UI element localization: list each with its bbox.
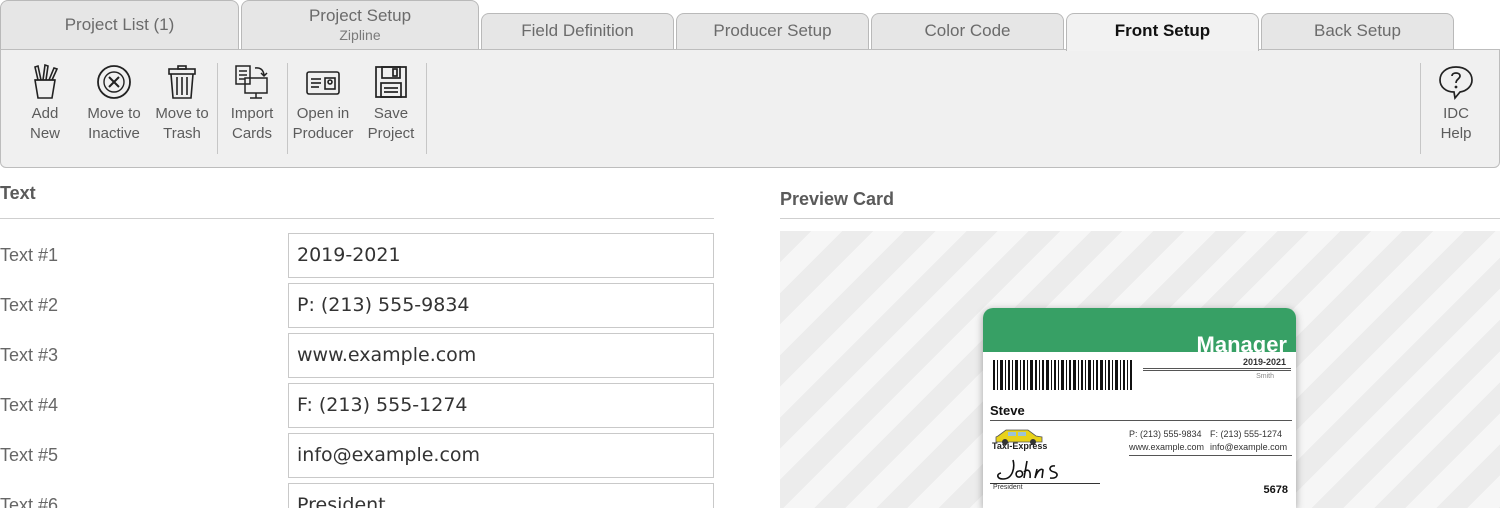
preview-divider: [780, 218, 1500, 219]
tab-label: Back Setup: [1314, 21, 1401, 40]
tab-label: Color Code: [924, 21, 1011, 40]
id-card-icon: [306, 71, 340, 95]
text-6-input[interactable]: President: [288, 483, 714, 508]
idc-help-label-1: IDC: [1443, 105, 1469, 122]
card-rule: [1143, 368, 1291, 369]
card-phone: P: (213) 555-9834: [1129, 429, 1202, 439]
tab-color-code[interactable]: Color Code: [871, 13, 1064, 49]
barcode: [993, 360, 1132, 390]
text-2-input[interactable]: P: (213) 555-9834: [288, 283, 714, 328]
save-project-label-2: Project: [367, 125, 415, 142]
card-years: 2019-2021: [1242, 357, 1286, 367]
text-6-label: Text #6: [0, 495, 59, 508]
open-in-producer-label-2: Producer: [292, 125, 354, 142]
text-3-label: Text #3: [0, 345, 59, 365]
idc-help-button[interactable]: IDC Help: [1431, 64, 1481, 144]
help-bubble-icon: [1439, 66, 1473, 100]
move-to-inactive-label-2: Inactive: [88, 125, 140, 142]
import-cards-button[interactable]: Import Cards: [224, 64, 280, 144]
text-2-label: Text #2: [0, 295, 59, 315]
signature: [997, 459, 1058, 480]
card-signature-caption: President: [993, 484, 1023, 491]
tab-sublabel: Zipline: [339, 27, 381, 43]
save-project-label-1: Save: [373, 105, 409, 122]
card-role: Manager: [1196, 332, 1287, 357]
card-logo-text: Taxi-Express: [992, 441, 1048, 451]
tab-project-list[interactable]: Project List (1): [0, 0, 239, 49]
import-cards-icon: [235, 65, 268, 99]
circle-x-icon: [97, 65, 131, 99]
text-5-label: Text #5: [0, 445, 59, 465]
import-cards-label-2: Cards: [231, 125, 272, 142]
text-3-input[interactable]: www.example.com: [288, 333, 714, 378]
id-card-preview: Manager 2019-2021 Smith Steve Taxi-Expre…: [983, 308, 1296, 508]
tab-label: Front Setup: [1114, 21, 1211, 40]
tab-front-setup[interactable]: Front Setup: [1066, 13, 1259, 51]
text-5-input[interactable]: info@example.com: [288, 433, 714, 478]
add-new-button[interactable]: Add New: [21, 64, 69, 144]
tab-producer-setup[interactable]: Producer Setup: [676, 13, 869, 49]
card-rule: [1143, 370, 1291, 371]
text-section-title: Text: [0, 183, 36, 203]
tab-project-setup[interactable]: Project Setup Zipline: [241, 0, 479, 49]
tab-back-setup[interactable]: Back Setup: [1261, 13, 1454, 49]
text-4-input[interactable]: F: (213) 555-1274: [288, 383, 714, 428]
tab-label: Field Definition: [521, 21, 634, 40]
move-to-inactive-button[interactable]: Move to Inactive: [84, 64, 144, 144]
tab-bar: Project List (1) Project Setup Zipline F…: [0, 0, 1500, 51]
text-4-label: Text #4: [0, 395, 59, 415]
move-to-inactive-label-1: Move to: [87, 105, 141, 122]
tab-label: Project List (1): [64, 15, 175, 34]
toolbar: Add New Move to Inactive Move to Trash I…: [0, 49, 1500, 168]
card-rule: [990, 420, 1292, 421]
toolbar-separator: [217, 63, 218, 154]
card-website: www.example.com: [1129, 442, 1205, 452]
pencil-cup-icon: [34, 64, 59, 99]
save-project-button[interactable]: Save Project: [363, 64, 419, 144]
add-new-label-1: Add: [31, 105, 59, 122]
open-in-producer-label-1: Open in: [296, 105, 350, 122]
card-last-name: Smith: [1256, 373, 1274, 380]
card-email: info@example.com: [1210, 442, 1288, 452]
card-rule: [1129, 455, 1292, 456]
move-to-trash-button[interactable]: Move to Trash: [152, 64, 212, 144]
trash-icon: [168, 65, 196, 99]
floppy-disk-icon: [375, 66, 407, 98]
move-to-trash-label-1: Move to: [155, 105, 209, 122]
toolbar-separator: [287, 63, 288, 154]
preview-card-title: Preview Card: [780, 189, 895, 209]
open-in-producer-button[interactable]: Open in Producer: [292, 64, 354, 144]
idc-help-label-2: Help: [1440, 125, 1472, 142]
card-id-number: 5678: [1263, 484, 1288, 496]
text-1-input[interactable]: 2019-2021: [288, 233, 714, 278]
text-1-label: Text #1: [0, 245, 59, 265]
text-section-divider: [0, 218, 714, 219]
tab-field-definition[interactable]: Field Definition: [481, 13, 674, 49]
tab-label: Producer Setup: [713, 21, 832, 40]
card-first-name: Steve: [990, 403, 1025, 418]
toolbar-separator: [1420, 63, 1421, 154]
add-new-label-2: New: [29, 125, 60, 142]
card-fax: F: (213) 555-1274: [1210, 429, 1283, 439]
toolbar-separator: [426, 63, 427, 154]
import-cards-label-1: Import: [230, 105, 274, 122]
tab-label: Project Setup: [308, 6, 412, 25]
move-to-trash-label-2: Trash: [163, 125, 201, 142]
